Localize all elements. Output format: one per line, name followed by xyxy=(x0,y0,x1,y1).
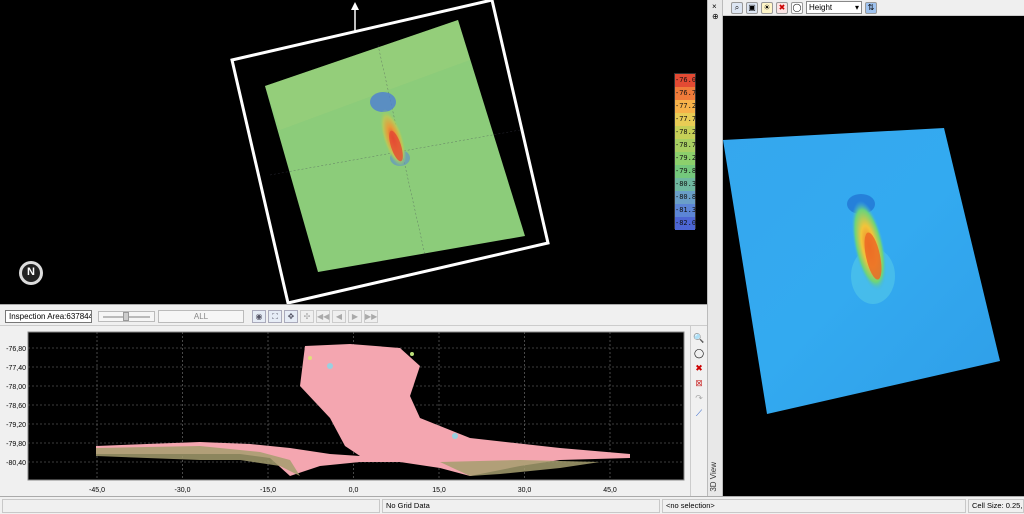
status-cell-1 xyxy=(2,499,380,513)
move-icon[interactable]: ✣ xyxy=(300,310,314,323)
cell-size-status: Cell Size: 0.25,I xyxy=(968,499,1024,513)
legend-value: -76.0 xyxy=(675,74,696,87)
status-bar: No Grid Data <no selection> Cell Size: 0… xyxy=(0,496,1024,514)
close-icon[interactable]: × xyxy=(712,2,717,11)
profile-plot[interactable]: -76,80 -77,40 -78,00 -78,60 -79,20 -79,80 -80,… xyxy=(0,326,690,496)
x-tick-label: 0,0 xyxy=(349,487,359,494)
next-icon[interactable]: ▶ xyxy=(348,310,362,323)
map-2d-view[interactable]: N -76.0 -76.7 -77.2 -77.7 -78.2 -78.7 -79.2 -79… xyxy=(0,0,707,304)
y-tick-label: -79,20 xyxy=(6,422,26,429)
legend-value: -80.8 xyxy=(675,191,696,204)
lasso-icon[interactable]: ◯ xyxy=(791,1,803,14)
map-2d-canvas[interactable] xyxy=(0,0,707,304)
y-tick-label: -79,80 xyxy=(6,441,26,448)
delete-icon[interactable]: ✖ xyxy=(776,1,788,14)
ruler-icon[interactable]: ⟋ xyxy=(693,407,705,419)
x-tick-label: 45,0 xyxy=(603,487,617,494)
frame-icon[interactable]: ▣ xyxy=(746,1,758,14)
y-tick-label: -76,80 xyxy=(6,346,26,353)
legend-value: -78.7 xyxy=(675,139,696,152)
3d-view-tab-label[interactable]: 3D View xyxy=(709,462,718,492)
x-tick-label: -45,0 xyxy=(89,487,105,494)
zoom-icon[interactable]: ⌕ xyxy=(731,1,743,14)
x-tick-label: 15,0 xyxy=(432,487,446,494)
y-tick-label: -78,60 xyxy=(6,403,26,410)
legend-value: -80.3 xyxy=(675,178,696,191)
legend-value: -76.7 xyxy=(675,87,696,100)
first-icon[interactable]: ◀◀ xyxy=(316,310,330,323)
legend-value: -77.2 xyxy=(675,100,696,113)
pin-icon[interactable]: ⊕ xyxy=(712,12,719,21)
legend-value: -79.8 xyxy=(675,165,696,178)
y-tick-label: -78,00 xyxy=(6,384,26,391)
profile-toolbar: Inspection Area:6378444 ALL ◉ ⛶ ✥ ✣ ◀◀ ◀… xyxy=(0,304,707,326)
zoom-icon[interactable]: 🔍 xyxy=(693,332,705,344)
previous-icon[interactable]: ◀ xyxy=(332,310,346,323)
delete-icon[interactable]: ✖ xyxy=(693,362,705,374)
section-icon[interactable]: ◉ xyxy=(252,310,266,323)
bulb-icon[interactable]: ☀ xyxy=(761,1,773,14)
legend-value: -79.2 xyxy=(675,152,696,165)
x-tick-label: -15,0 xyxy=(260,487,276,494)
profile-panel: -76,80 -77,40 -78,00 -78,60 -79,20 -79,80 -80,… xyxy=(0,326,690,496)
y-tick-label: -77,40 xyxy=(6,365,26,372)
grid-status: No Grid Data xyxy=(382,499,660,513)
lasso-icon[interactable]: ◯ xyxy=(693,347,705,359)
swap-icon[interactable]: ⇅ xyxy=(865,1,877,14)
legend-value: -77.7 xyxy=(675,113,696,126)
legend-value: -82.0 xyxy=(675,217,696,230)
profile-tools: 🔍 ◯ ✖ ⊠ ↷ ⟋ xyxy=(690,326,707,496)
last-icon[interactable]: ▶▶ xyxy=(364,310,378,323)
3d-toolbar: ⌕ ▣ ☀ ✖ ◯ Height ⇅ xyxy=(723,0,1024,16)
redo-icon[interactable]: ↷ xyxy=(693,392,705,404)
fit-icon[interactable]: ⛶ xyxy=(268,310,282,323)
slider-thumb[interactable] xyxy=(123,312,129,321)
pan-icon[interactable]: ✥ xyxy=(284,310,298,323)
3d-view[interactable] xyxy=(723,16,1024,496)
view-splitter[interactable]: × ⊕ 3D View xyxy=(707,0,723,496)
legend-value: -81.3 xyxy=(675,204,696,217)
compass-label: N xyxy=(27,266,35,278)
all-button[interactable]: ALL xyxy=(158,310,244,323)
profile-slider[interactable] xyxy=(98,311,155,322)
color-legend: -76.0 -76.7 -77.2 -77.7 -78.2 -78.7 -79.2 -79.8… xyxy=(674,73,696,230)
y-tick-label: -80,40 xyxy=(6,460,26,467)
x-tick-label: -30,0 xyxy=(175,487,191,494)
selection-status: <no selection> xyxy=(662,499,966,513)
3d-canvas[interactable] xyxy=(723,16,1024,496)
inspection-area-field[interactable]: Inspection Area:6378444 xyxy=(5,310,92,323)
x-tick-label: 30,0 xyxy=(518,487,532,494)
frame-icon[interactable]: ⊠ xyxy=(693,377,705,389)
attribute-select[interactable]: Height xyxy=(806,1,862,14)
legend-value: -78.2 xyxy=(675,126,696,139)
